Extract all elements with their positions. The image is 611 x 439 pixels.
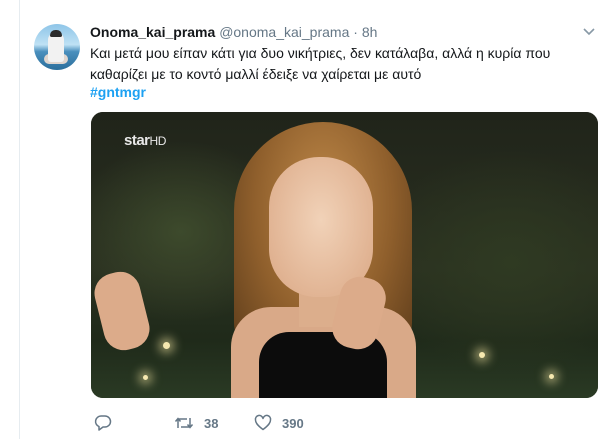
like-count: 390 [282,415,304,431]
chevron-down-icon[interactable] [583,27,597,37]
channel-logo: starHD [124,132,166,149]
avatar-figure-hat [50,30,62,37]
background-light [549,374,554,379]
retweet-count: 38 [204,415,219,431]
channel-logo-suffix: HD [149,134,167,148]
heart-icon[interactable] [254,414,272,432]
reply-button[interactable] [94,412,112,434]
reply-icon[interactable] [94,414,112,432]
display-name[interactable]: Onoma_kai_prama [90,24,215,40]
background-light [163,342,170,349]
retweet-icon[interactable] [174,414,194,432]
background-light [143,375,148,380]
retweet-button[interactable]: 38 [174,412,218,434]
tweet-media[interactable]: starHD [91,112,598,398]
channel-logo-text: star [124,132,150,149]
avatar[interactable] [34,24,80,70]
background-light [479,352,485,358]
separator: · [353,24,358,40]
like-button[interactable]: 390 [254,412,304,434]
user-handle[interactable]: @onoma_kai_prama [219,24,349,40]
tweet-header: Onoma_kai_prama @onoma_kai_prama · 8h [90,24,377,40]
tweet[interactable]: Onoma_kai_prama @onoma_kai_prama · 8h Κα… [20,0,611,439]
tweet-text: Και μετά μου είπαν κάτι για δυο νικήτριε… [90,45,551,82]
hashtag-link[interactable]: #gntmgr [90,84,146,100]
timestamp[interactable]: 8h [362,24,378,40]
